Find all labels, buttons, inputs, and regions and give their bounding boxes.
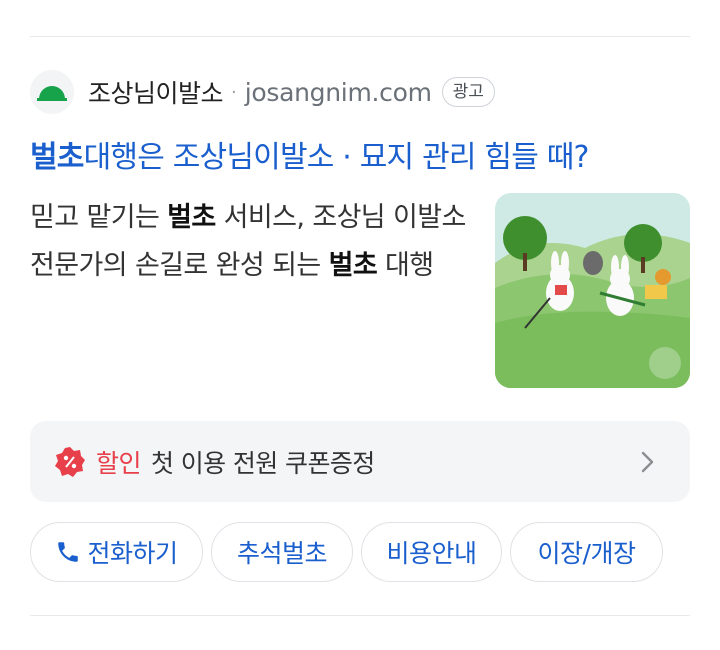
price-info-label: 비용안내: [386, 539, 477, 568]
site-name[interactable]: 조상님이발소: [88, 74, 224, 110]
site-logo-icon: [30, 70, 74, 114]
chuseok-beolcho-button[interactable]: 추석벌초: [211, 522, 353, 582]
title-keyword: 벌초: [30, 140, 84, 175]
chuseok-beolcho-label: 추석벌초: [236, 539, 328, 568]
result-description: 믿고 맡기는 벌초 서비스, 조상님 이발소 전문가의 손길로 완성 되는 벌초…: [30, 194, 470, 290]
discount-label: 할인: [96, 448, 142, 478]
discount-banner[interactable]: 할인 첫 이용 전원 쿠폰증정: [30, 421, 690, 502]
top-divider: [30, 36, 690, 37]
call-button[interactable]: 전화하기: [30, 522, 203, 582]
source-row[interactable]: 조상님이발소 · josangnim.com 광고: [30, 70, 495, 114]
discount-badge-icon: [55, 446, 85, 477]
relocation-button[interactable]: 이장/개장: [510, 522, 663, 582]
relocation-label: 이장/개장: [537, 539, 636, 568]
desc-keyword: 벌초: [328, 250, 378, 281]
call-button-label: 전화하기: [87, 539, 178, 568]
desc-keyword: 벌초: [167, 202, 216, 233]
desc-text: 믿고 맡기는: [30, 202, 168, 233]
desc-text: 대행: [377, 250, 434, 281]
site-url[interactable]: josangnim.com: [245, 78, 432, 107]
bottom-divider: [30, 615, 690, 616]
title-text: 대행은 조상님이발소 · 묘지 관리 힘들 때?: [83, 140, 590, 175]
price-info-button[interactable]: 비용안내: [361, 522, 502, 582]
chevron-right-icon: [641, 451, 654, 473]
result-thumbnail[interactable]: [495, 193, 690, 388]
separator-dot: ·: [231, 81, 237, 103]
phone-icon: [58, 542, 79, 562]
result-title[interactable]: 벌초대행은 조상님이발소 · 묘지 관리 힘들 때?: [30, 132, 589, 176]
discount-text: 첫 이용 전원 쿠폰증정: [151, 448, 375, 478]
ad-badge: 광고: [441, 77, 495, 107]
action-buttons: 전화하기 추석벌초 비용안내 이장/개장: [30, 522, 671, 582]
